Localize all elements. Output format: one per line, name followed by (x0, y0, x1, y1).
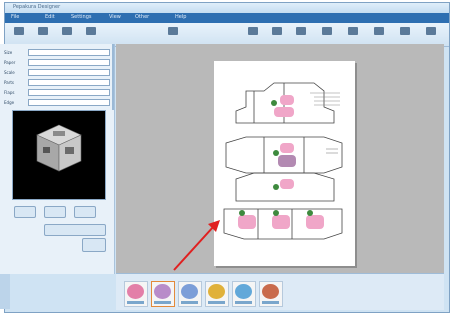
open-icon (14, 27, 24, 35)
thumbnail-item-selected[interactable] (151, 281, 175, 307)
3d-preview-viewport[interactable] (12, 110, 106, 200)
check-icon (374, 27, 384, 35)
property-field[interactable] (28, 89, 110, 96)
toolbar-open-button[interactable] (11, 26, 27, 42)
edit-icon (296, 27, 306, 35)
property-field[interactable] (28, 79, 110, 86)
move-icon (248, 27, 258, 35)
toolbar-fold-button[interactable] (319, 26, 335, 42)
rotate-icon (168, 27, 178, 35)
property-row: Flaps (4, 88, 110, 97)
menu-bar: File Edit Settings View Other Help (5, 13, 449, 23)
toolbar-zoom-button[interactable] (269, 26, 285, 42)
toolbar-glue-button[interactable] (345, 26, 361, 42)
thumbnail-item[interactable] (124, 281, 148, 307)
thumbnail-art (235, 284, 252, 299)
help-icon (400, 27, 410, 35)
window-title: Pepakura Designer (13, 4, 61, 10)
property-field[interactable] (28, 49, 110, 56)
property-row: Size (4, 48, 110, 57)
fold-icon (322, 27, 332, 35)
property-label: Flaps (4, 90, 15, 95)
thumbnail-art (262, 284, 279, 299)
toolbar-save-button[interactable] (35, 26, 51, 42)
panel-scrollbar[interactable] (112, 44, 114, 110)
thumbnail-art (127, 284, 144, 299)
menu-file[interactable]: File (11, 14, 19, 20)
menu-other[interactable]: Other (135, 14, 149, 20)
reset-view-button[interactable] (74, 206, 96, 218)
rotate-right-button[interactable] (44, 206, 66, 218)
property-field[interactable] (28, 59, 110, 66)
toolbar-edit-button[interactable] (293, 26, 309, 42)
property-label: Paper (4, 60, 16, 65)
title-bar: Pepakura Designer (5, 3, 449, 13)
print-icon (62, 27, 72, 35)
property-field[interactable] (28, 69, 110, 76)
toolbar-unfold-button[interactable] (83, 26, 99, 42)
exit-icon (426, 27, 436, 35)
menu-edit[interactable]: Edit (45, 14, 55, 20)
apply-button[interactable] (82, 238, 106, 252)
menu-help[interactable]: Help (175, 14, 186, 20)
glue-icon (348, 27, 358, 35)
property-label: Scale (4, 70, 15, 75)
thumbnail-item[interactable] (178, 281, 202, 307)
thumbnail-art (208, 284, 225, 299)
toolbar-check-button[interactable] (371, 26, 387, 42)
view-mode-dropdown[interactable] (44, 224, 106, 236)
toolbar-rotate-button[interactable] (165, 26, 181, 42)
zoom-icon (272, 27, 282, 35)
paper-sheet (214, 61, 355, 266)
unfold-icon (86, 27, 96, 35)
property-label: Size (4, 50, 13, 55)
property-row: Edge (4, 98, 110, 107)
property-row: Parts (4, 78, 110, 87)
toolbar-move-button[interactable] (245, 26, 261, 42)
menu-view[interactable]: View (109, 14, 121, 20)
property-row: Paper (4, 58, 110, 67)
toolbar-exit-button[interactable] (423, 26, 439, 42)
thumbnail-art (181, 284, 198, 299)
annotation-arrow (173, 220, 220, 271)
toolbar-help-button[interactable] (397, 26, 413, 42)
cube-3d-model (36, 124, 82, 172)
thumbnail-item[interactable] (232, 281, 256, 307)
rotate-left-button[interactable] (14, 206, 36, 218)
toolbar-print-button[interactable] (59, 26, 75, 42)
thumbnail-art (154, 284, 171, 299)
thumbnail-item[interactable] (205, 281, 229, 307)
pattern-pieces (223, 82, 343, 240)
property-field[interactable] (28, 99, 110, 106)
thumbnail-item[interactable] (259, 281, 283, 307)
property-label: Edge (4, 100, 15, 105)
property-label: Parts (4, 80, 14, 85)
menu-settings[interactable]: Settings (71, 14, 92, 20)
save-icon (38, 27, 48, 35)
property-row: Scale (4, 68, 110, 77)
side-strip (0, 274, 10, 309)
